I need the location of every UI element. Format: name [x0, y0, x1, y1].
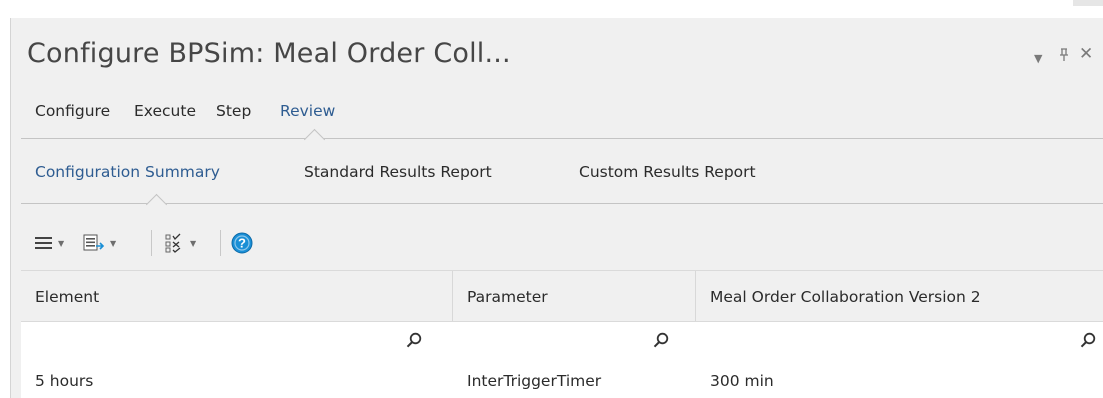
- column-header-value[interactable]: Meal Order Collaboration Version 2: [696, 271, 1103, 321]
- nav-execute[interactable]: Execute: [134, 102, 196, 120]
- nav-divider: [21, 138, 1103, 139]
- svg-text:?: ?: [238, 236, 246, 251]
- search-icon: [1080, 332, 1096, 348]
- cell-element: 5 hours: [35, 372, 94, 390]
- toolbar-separator: [151, 230, 152, 256]
- subnav-divider: [21, 203, 1103, 204]
- chevron-down-icon: ▼: [58, 238, 65, 248]
- filter-search-icon[interactable]: [653, 332, 669, 352]
- filter-search-icon[interactable]: [1080, 332, 1096, 352]
- column-header-element[interactable]: Element: [21, 271, 452, 321]
- cell-value: 300 min: [710, 372, 774, 390]
- close-icon[interactable]: ✕: [1079, 46, 1093, 63]
- search-icon: [406, 332, 422, 348]
- export-icon: [83, 234, 105, 251]
- export-button[interactable]: ▼: [83, 231, 116, 255]
- pin-icon[interactable]: [1058, 48, 1070, 65]
- cell-parameter: InterTriggerTimer: [467, 372, 602, 390]
- nav-step[interactable]: Step: [216, 102, 251, 120]
- checklist-button[interactable]: ▼: [165, 231, 196, 255]
- bpsim-panel: Configure BPSim: Meal Order Coll... ▼ ✕ …: [10, 18, 1103, 398]
- toolbar: ▼ ▼ ▼ ?: [11, 218, 1103, 268]
- main-nav: Configure Execute Step Review: [11, 88, 1103, 151]
- results-grid: Element Parameter Meal Order Collaborati…: [21, 270, 1103, 398]
- panel-title: Configure BPSim: Meal Order Coll...: [27, 38, 511, 69]
- title-bar: Configure BPSim: Meal Order Coll... ▼ ✕: [11, 18, 1103, 88]
- sub-nav: Configuration Summary Standard Results R…: [11, 140, 1103, 216]
- top-strip: [0, 0, 1103, 18]
- help-button[interactable]: ?: [231, 231, 253, 255]
- pin-icon-glyph: [1060, 48, 1068, 61]
- toolbar-separator: [220, 230, 221, 256]
- help-icon: ?: [231, 232, 253, 254]
- menu-icon: [35, 237, 52, 249]
- checklist-icon: [165, 233, 181, 253]
- tab-configuration-summary[interactable]: Configuration Summary: [35, 163, 220, 181]
- search-icon: [653, 332, 669, 348]
- tab-custom-results-report[interactable]: Custom Results Report: [579, 163, 756, 181]
- subnav-active-indicator: [145, 193, 168, 216]
- nav-configure[interactable]: Configure: [35, 102, 110, 120]
- top-notch: [1073, 0, 1103, 6]
- chevron-down-icon: ▼: [190, 238, 197, 248]
- nav-review[interactable]: Review: [280, 102, 335, 120]
- grid-header: Element Parameter Meal Order Collaborati…: [21, 270, 1103, 322]
- filter-search-icon[interactable]: [406, 332, 422, 352]
- chevron-down-icon: ▼: [110, 238, 117, 248]
- filter-row: [21, 322, 1103, 360]
- column-header-parameter[interactable]: Parameter: [453, 271, 695, 321]
- menu-button[interactable]: ▼: [35, 231, 64, 255]
- tab-standard-results-report[interactable]: Standard Results Report: [304, 163, 492, 181]
- table-row[interactable]: 5 hours InterTriggerTimer 300 min: [21, 360, 1103, 398]
- window-menu-dropdown[interactable]: ▼: [1034, 51, 1042, 67]
